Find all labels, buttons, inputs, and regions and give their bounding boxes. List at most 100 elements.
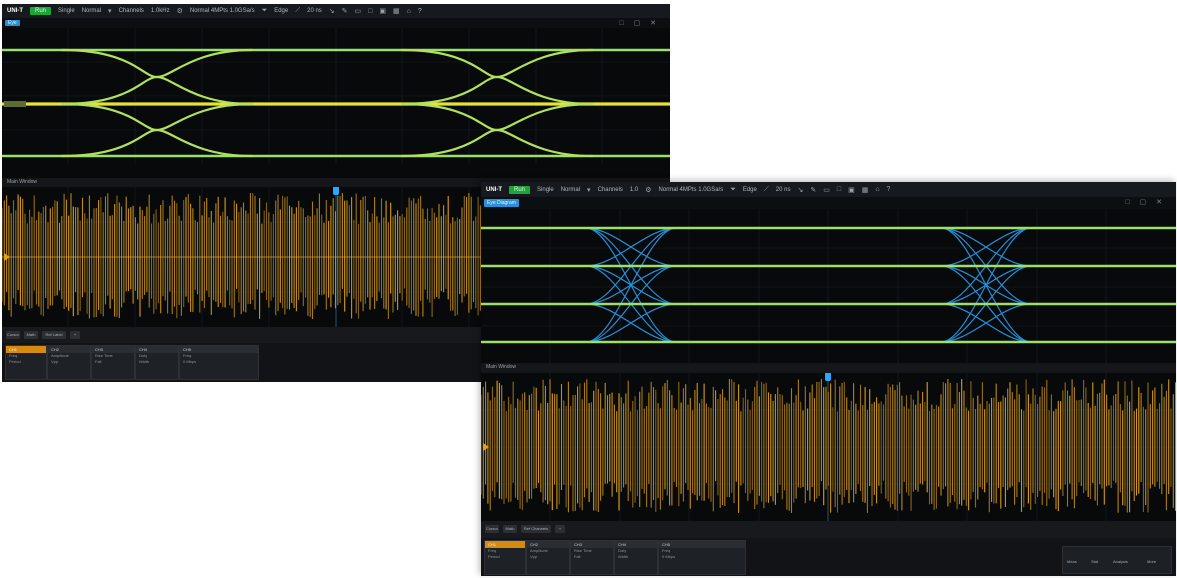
trigger-position-marker[interactable] xyxy=(825,373,831,381)
measurement-header: CH1 xyxy=(485,541,525,548)
measure-icon[interactable]: ↘ xyxy=(329,7,335,15)
measurement-header: CH2 xyxy=(48,346,90,353)
acquisition-info: Normal 4MPts 1.0GSa/s xyxy=(189,8,255,14)
chevron-down-icon[interactable]: ▾ xyxy=(108,7,112,15)
eye-badge[interactable]: Eye Diagram xyxy=(484,199,519,207)
eye-transition xyxy=(940,227,1032,267)
run-stop-button[interactable]: Run xyxy=(509,185,531,194)
pen-icon[interactable]: ✎ xyxy=(810,186,816,194)
measurement-bar: CH1 Freq Period CH2 Amplitude Vpp CH3 Ri… xyxy=(481,538,1176,576)
measurement-card[interactable]: CH3 Rise Time Fall xyxy=(570,540,614,575)
add-icon[interactable]: + xyxy=(70,331,80,339)
window-controls[interactable]: □ ▢ ✕ xyxy=(1125,198,1166,206)
measurement-row: 0 Mbps xyxy=(183,359,197,364)
window-icon[interactable]: □ xyxy=(837,186,841,193)
cursor-tab[interactable]: Cursor xyxy=(485,525,499,533)
edge-icon: ⟋ xyxy=(763,185,769,193)
save-icon[interactable]: ▣ xyxy=(848,186,855,194)
measurement-card[interactable]: CH5 Freq 0 Mbps xyxy=(658,540,746,575)
trigger-icon[interactable]: ⏷ xyxy=(262,7,268,15)
control-strip: Cursor Math Ref Channels + xyxy=(481,521,1176,538)
measurement-header: CH4 xyxy=(615,541,657,548)
measurement-row: Period xyxy=(488,554,500,559)
brand-logo: UNI-T xyxy=(7,8,23,14)
pen-icon[interactable]: ✎ xyxy=(342,7,348,15)
save-icon[interactable]: ▣ xyxy=(379,7,386,15)
measurement-header: CH3 xyxy=(571,541,613,548)
toolbar: UNI-T Run Single Normal ▾ Channels 1.0 ⚙… xyxy=(481,182,1176,197)
toolbar: UNI-T Run Single Normal ▾ Channels 1.0kH… xyxy=(2,4,670,18)
trigger-type[interactable]: Edge xyxy=(274,8,288,14)
single-button[interactable]: Single xyxy=(58,8,75,14)
measurement-card[interactable]: CH4 Duty Width xyxy=(614,540,658,575)
ref-tab[interactable]: Ref Label xyxy=(42,331,66,339)
measurement-row: Period xyxy=(9,359,21,364)
home-icon[interactable]: ⌂ xyxy=(407,8,411,15)
single-button[interactable]: Single xyxy=(537,187,554,193)
side-panel-meas[interactable]: Meas xyxy=(1067,559,1077,564)
frequency-readout: 1.0 xyxy=(629,186,639,193)
eye-diagram xyxy=(481,209,1176,365)
help-icon[interactable]: ? xyxy=(418,8,422,15)
measurement-card[interactable]: CH1 Freq Period xyxy=(484,540,526,575)
channel-marker[interactable] xyxy=(4,101,26,107)
home-icon[interactable]: ⌂ xyxy=(875,186,879,193)
measure-icon[interactable]: ↘ xyxy=(797,186,803,194)
settings-icon[interactable]: ⚙ xyxy=(645,186,651,194)
eye-transition xyxy=(585,303,677,343)
help-icon[interactable]: ? xyxy=(887,186,891,193)
settings-icon[interactable]: ⚙ xyxy=(177,7,183,15)
edge-icon: ⟋ xyxy=(295,7,301,14)
waveform-window xyxy=(481,373,1176,521)
trigger-position-marker[interactable] xyxy=(333,187,339,195)
side-panel[interactable]: Meas Stat Analysis More xyxy=(1062,546,1172,574)
eye-badge[interactable]: Eye xyxy=(5,20,20,26)
eye-transition xyxy=(585,227,677,267)
ref-tab[interactable]: Ref Channels xyxy=(521,525,551,533)
run-stop-button[interactable]: Run xyxy=(30,7,52,15)
screenshot-icon[interactable]: ▭ xyxy=(355,7,362,15)
side-panel-stat[interactable]: Stat xyxy=(1091,559,1098,564)
measurement-card[interactable]: CH4 Duty Width xyxy=(135,345,179,380)
measurement-header: CH5 xyxy=(180,346,258,353)
math-tab[interactable]: Math xyxy=(503,525,517,533)
measurement-row: Width xyxy=(139,359,150,364)
eye-transition xyxy=(940,303,1032,343)
measurement-header: CH3 xyxy=(92,346,134,353)
measurement-row: Fall xyxy=(95,359,102,364)
trigger-type[interactable]: Edge xyxy=(743,187,757,193)
add-icon[interactable]: + xyxy=(555,525,565,533)
grid-icon[interactable]: ▦ xyxy=(393,7,400,15)
scope-screenshot-2: UNI-T Run Single Normal ▾ Channels 1.0 ⚙… xyxy=(481,182,1176,576)
measurement-card[interactable]: CH1 Freq Period xyxy=(5,345,47,380)
brand-logo: UNI-T xyxy=(486,186,502,193)
measurement-header: CH1 xyxy=(6,346,46,353)
timebase-readout[interactable]: 20 ns xyxy=(307,8,322,14)
timebase-readout[interactable]: 20 ns xyxy=(776,187,791,193)
trigger-icon[interactable]: ⏷ xyxy=(730,186,736,194)
channel-menu[interactable]: Channels xyxy=(119,8,144,14)
acquire-mode[interactable]: Normal xyxy=(561,187,580,193)
window-icon[interactable]: □ xyxy=(368,8,372,15)
window-controls[interactable]: □ ▢ ✕ xyxy=(619,19,660,27)
grid-icon[interactable]: ▦ xyxy=(862,186,869,194)
channel-menu[interactable]: Channels xyxy=(598,187,623,193)
side-panel-more[interactable]: More xyxy=(1147,559,1156,564)
measurement-header: CH5 xyxy=(659,541,745,548)
measurement-card[interactable]: CH5 Freq 0 Mbps xyxy=(179,345,259,380)
measurement-card[interactable]: CH2 Amplitude Vpp xyxy=(47,345,91,380)
measurement-row: Width xyxy=(618,554,629,559)
measurement-header: CH2 xyxy=(527,541,569,548)
measurement-card[interactable]: CH2 Amplitude Vpp xyxy=(526,540,570,575)
cursor-tab[interactable]: Cursor xyxy=(6,331,20,339)
acquire-mode[interactable]: Normal xyxy=(82,8,101,14)
frequency-readout: 1.0kHz xyxy=(150,8,170,14)
side-panel-analysis[interactable]: Analysis xyxy=(1113,559,1128,564)
measurement-card[interactable]: CH3 Rise Time Fall xyxy=(91,345,135,380)
eye-window-header: Eye Diagram □ ▢ ✕ xyxy=(481,197,1176,209)
math-tab[interactable]: Math xyxy=(24,331,38,339)
screenshot-icon[interactable]: ▭ xyxy=(823,186,830,194)
measurement-row: 0 Mbps xyxy=(662,554,676,559)
chevron-down-icon[interactable]: ▾ xyxy=(587,186,591,194)
measurement-row: Vpp xyxy=(51,359,59,364)
